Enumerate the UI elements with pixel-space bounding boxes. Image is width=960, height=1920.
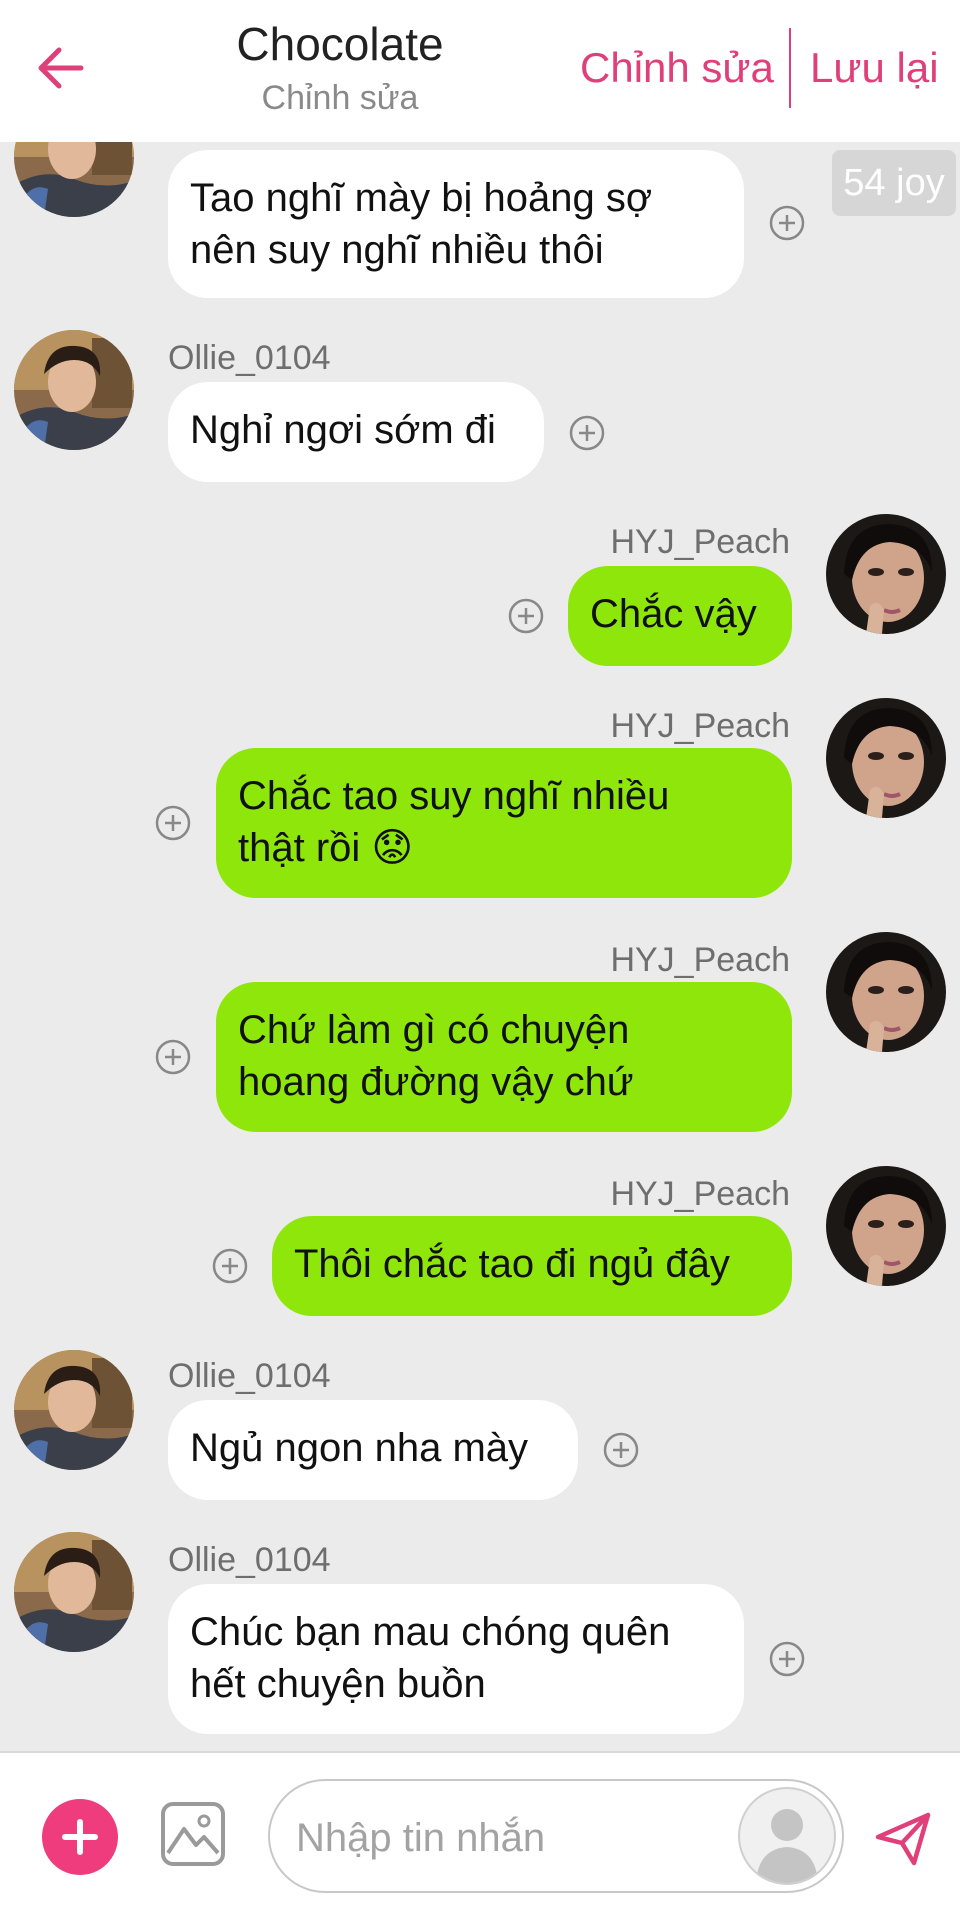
- edit-button[interactable]: Chỉnh sửa: [580, 40, 774, 96]
- save-button[interactable]: Lưu lại: [810, 40, 939, 96]
- image-icon[interactable]: [160, 1801, 226, 1867]
- message-line: Chắc tao suy nghĩ nhiều: [238, 774, 670, 818]
- message-line: thật rồi 😟: [238, 826, 414, 870]
- person-icon: [756, 1809, 818, 1883]
- joy-badge[interactable]: 54 joy: [832, 150, 956, 216]
- message-bubble[interactable]: Ngủ ngon nha mày: [168, 1400, 578, 1500]
- avatar-ollie[interactable]: [14, 330, 134, 450]
- message-line: Tao nghĩ mày bị hoảng sợ: [190, 176, 653, 220]
- add-reaction-icon[interactable]: [768, 204, 806, 242]
- back-arrow-icon: [38, 47, 84, 89]
- header-divider: [789, 28, 791, 108]
- title-block: Chocolate Chỉnh sửa: [130, 16, 550, 120]
- sender-name: Ollie_0104: [168, 339, 331, 377]
- add-reaction-icon[interactable]: [154, 1038, 192, 1076]
- message-bubble[interactable]: Thôi chắc tao đi ngủ đây: [272, 1216, 792, 1316]
- avatar-ollie[interactable]: [14, 1532, 134, 1652]
- message-bubble[interactable]: Chắc tao suy nghĩ nhiều thật rồi 😟: [216, 748, 792, 898]
- avatar-ollie[interactable]: [14, 1350, 134, 1470]
- avatar-peach[interactable]: [826, 514, 946, 634]
- page-subtitle: Chỉnh sửa: [261, 79, 419, 117]
- sender-name: Ollie_0104: [168, 1357, 331, 1395]
- add-reaction-icon[interactable]: [507, 597, 545, 635]
- message-bubble[interactable]: Tao nghĩ mày bị hoảng sợ nên suy nghĩ nh…: [168, 150, 744, 298]
- sender-name: HYJ_Peach: [610, 941, 790, 979]
- message-line: Nghỉ ngơi sớm đi: [190, 408, 496, 452]
- message-bubble[interactable]: Chứ làm gì có chuyện hoang đường vậy chứ: [216, 982, 792, 1132]
- back-button[interactable]: [32, 40, 88, 96]
- message-input-wrapper: [268, 1779, 844, 1893]
- add-reaction-icon[interactable]: [768, 1640, 806, 1678]
- message-line: nên suy nghĩ nhiều thôi: [190, 228, 604, 272]
- message-bubble[interactable]: Chắc vậy: [568, 566, 792, 666]
- message-line: hết chuyện buồn: [190, 1662, 486, 1706]
- message-line: Chứ làm gì có chuyện: [238, 1008, 630, 1052]
- add-reaction-icon[interactable]: [211, 1247, 249, 1285]
- message-line: Thôi chắc tao đi ngủ đây: [294, 1242, 730, 1286]
- message-line: Chắc vậy: [590, 592, 757, 636]
- avatar-peach[interactable]: [826, 1166, 946, 1286]
- plus-icon: [62, 1819, 98, 1855]
- add-button[interactable]: [42, 1799, 118, 1875]
- avatar-peach[interactable]: [826, 932, 946, 1052]
- add-reaction-icon[interactable]: [568, 414, 606, 452]
- sender-name: HYJ_Peach: [610, 523, 790, 561]
- message-line: Chúc bạn mau chóng quên: [190, 1610, 671, 1654]
- sender-name: HYJ_Peach: [610, 707, 790, 745]
- add-reaction-icon[interactable]: [154, 804, 192, 842]
- persona-avatar-button[interactable]: [738, 1787, 836, 1885]
- message-composer: [0, 1751, 960, 1920]
- header-bar: Chocolate Chỉnh sửa Chỉnh sửa Lưu lại: [0, 0, 960, 142]
- message-line: Ngủ ngon nha mày: [190, 1426, 529, 1470]
- page-title: Chocolate: [236, 18, 444, 70]
- avatar-peach[interactable]: [826, 698, 946, 818]
- add-reaction-icon[interactable]: [602, 1431, 640, 1469]
- sender-name: HYJ_Peach: [610, 1175, 790, 1213]
- message-bubble[interactable]: Nghỉ ngơi sớm đi: [168, 382, 544, 482]
- sender-name: Ollie_0104: [168, 1541, 331, 1579]
- message-bubble[interactable]: Chúc bạn mau chóng quên hết chuyện buồn: [168, 1584, 744, 1734]
- message-line: hoang đường vậy chứ: [238, 1060, 634, 1104]
- message-input[interactable]: [294, 1807, 738, 1869]
- send-icon[interactable]: [874, 1809, 932, 1867]
